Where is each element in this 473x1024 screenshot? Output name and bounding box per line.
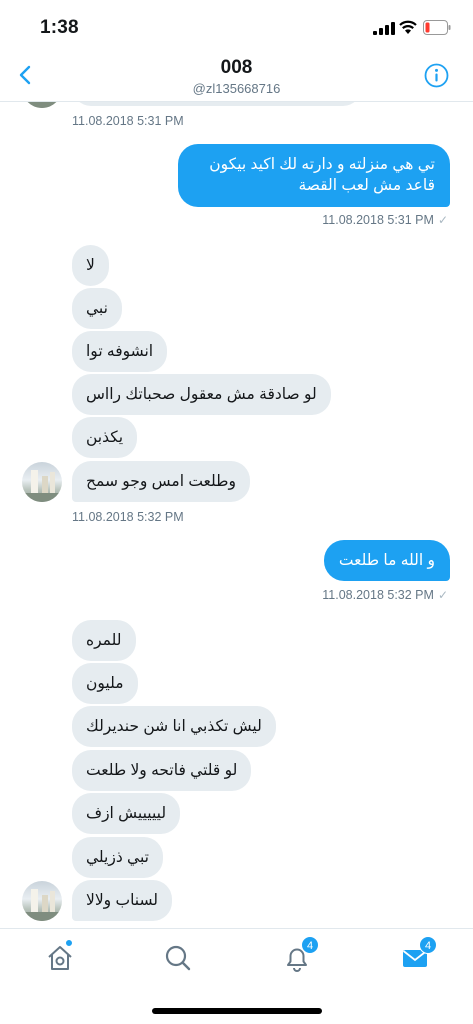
received-message-bubble[interactable]: مليون [72,663,138,704]
status-bar: 1:38 [0,0,473,52]
received-message-bubble[interactable]: لو قلتي فاتحه ولا طلعت [72,750,252,791]
received-message-bubble[interactable]: يكذبن [72,417,138,458]
message-text: لو قلتي فاتحه ولا طلعت [86,762,238,779]
conversation-header: 008 @zl135668716 [0,52,473,102]
message-text: و الله ما طلعت [338,552,435,569]
wifi-icon [399,20,417,34]
home-new-content-dot [65,939,73,947]
message-text: للمره [86,632,122,649]
search-icon[interactable] [163,943,193,973]
message-timestamp: 11.08.2018 5:32 PM ✓ [322,588,448,602]
received-message-bubble[interactable]: انشوفه توا [72,331,168,372]
message-text: لو صادقة مش معقول صحباتك رااس [86,386,317,403]
received-message-bubble[interactable]: للمره [72,620,136,661]
received-message-bubble[interactable]: لو صادقة مش معقول صحباتك رااس [72,374,331,415]
home-indicator [152,1008,322,1014]
message-text: نبي [86,300,108,317]
read-check-icon: ✓ [437,588,448,602]
message-text: لسناب ولالا [86,892,159,909]
timestamp-text: 11.08.2018 5:31 PM [322,213,434,227]
message-text: وطلعت امس وجو سمح [86,473,236,490]
messages-badge: 4 [419,936,437,954]
message-timestamp: 11.08.2018 5:31 PM [72,114,184,128]
message-text: تبي ذزيلي [86,849,149,866]
received-message-bubble[interactable]: وطلعت امس وجو سمح [72,461,250,502]
message-timestamp: 11.08.2018 5:32 PM [72,510,184,524]
sent-message-bubble[interactable]: تي هي منزلته و دارته لك اكيد بيكون قاعد … [178,144,450,207]
conversation-title: 008 [220,57,253,78]
received-message-bubble[interactable]: ليييييش ازف [72,793,181,834]
received-message-bubble[interactable]: لا [72,245,109,286]
timestamp-text: 11.08.2018 5:32 PM [322,588,434,602]
message-list[interactable]: 11.08.2018 5:31 PM تي هي منزلته و دارته … [0,80,473,928]
avatar[interactable] [22,462,62,502]
conversation-handle: @zl135668716 [192,81,281,96]
received-message-bubble[interactable]: نبي [72,288,122,329]
avatar[interactable] [22,881,62,921]
home-icon[interactable] [45,943,75,973]
message-text: يكذبن [86,429,124,446]
message-text-line: قاعد مش لعب القصة [298,177,435,194]
message-text: لا [86,257,95,274]
notifications-badge: 4 [301,936,319,954]
read-check-icon: ✓ [437,213,448,227]
received-message-bubble[interactable]: ليش تكذبي انا شن حنديرلك [72,706,276,747]
sent-message-bubble[interactable]: و الله ما طلعت [323,540,450,581]
message-text-line: تي هي منزلته و دارته لك اكيد بيكون [209,156,435,173]
received-message-bubble[interactable]: لسناب ولالا [72,880,173,921]
cellular-signal-icon [373,22,395,35]
status-time: 1:38 [40,17,79,38]
message-timestamp: 11.08.2018 5:31 PM ✓ [322,213,448,227]
message-text: ليييييش ازف [86,805,167,822]
received-message-bubble[interactable]: تبي ذزيلي [72,837,163,878]
battery-icon [423,20,451,35]
message-text: انشوفه توا [86,343,154,360]
info-icon[interactable] [424,63,449,88]
message-text: مليون [86,675,124,692]
message-text: ليش تكذبي انا شن حنديرلك [86,718,262,735]
